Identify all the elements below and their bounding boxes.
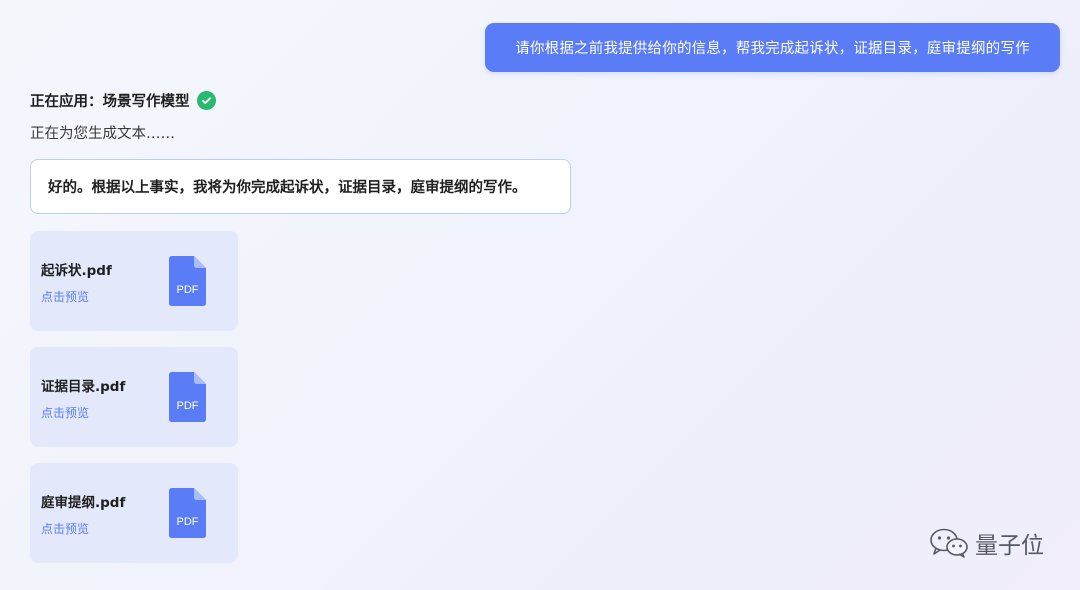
file-card-complaint[interactable]: 起诉状.pdf 点击预览 PDF	[30, 231, 238, 331]
model-status: 正在应用：场景写作模型	[30, 90, 216, 111]
preview-link[interactable]: 点击预览	[41, 288, 89, 305]
watermark-text: 量子位	[975, 533, 1044, 559]
svg-text:PDF: PDF	[177, 400, 199, 412]
user-message-bubble: 请你根据之前我提供给你的信息，帮我完成起诉状，证据目录，庭审提纲的写作	[485, 23, 1060, 72]
check-circle-icon	[196, 91, 216, 110]
generating-status: 正在为您生成文本……	[30, 126, 175, 142]
preview-link[interactable]: 点击预览	[41, 520, 89, 537]
pdf-file-icon: PDF	[169, 256, 206, 306]
file-name: 庭审提纲.pdf	[41, 495, 126, 511]
assistant-reply-text: 好的。根据以上事实，我将为你完成起诉状，证据目录，庭审提纲的写作。	[48, 180, 527, 196]
file-card-trial-outline[interactable]: 庭审提纲.pdf 点击预览 PDF	[30, 463, 238, 563]
file-name: 证据目录.pdf	[41, 379, 126, 395]
svg-text:PDF: PDF	[177, 516, 199, 528]
wechat-icon	[930, 528, 968, 558]
svg-text:PDF: PDF	[177, 284, 199, 296]
model-status-label: 正在应用：场景写作模型	[30, 94, 190, 110]
preview-link[interactable]: 点击预览	[41, 404, 89, 421]
watermark: 量子位	[929, 526, 1044, 560]
file-name: 起诉状.pdf	[41, 263, 112, 279]
user-message-text: 请你根据之前我提供给你的信息，帮我完成起诉状，证据目录，庭审提纲的写作	[515, 41, 1030, 57]
file-card-evidence-list[interactable]: 证据目录.pdf 点击预览 PDF	[30, 347, 238, 447]
pdf-file-icon: PDF	[169, 372, 206, 422]
assistant-reply: 好的。根据以上事实，我将为你完成起诉状，证据目录，庭审提纲的写作。	[30, 159, 571, 214]
pdf-file-icon: PDF	[169, 488, 206, 538]
